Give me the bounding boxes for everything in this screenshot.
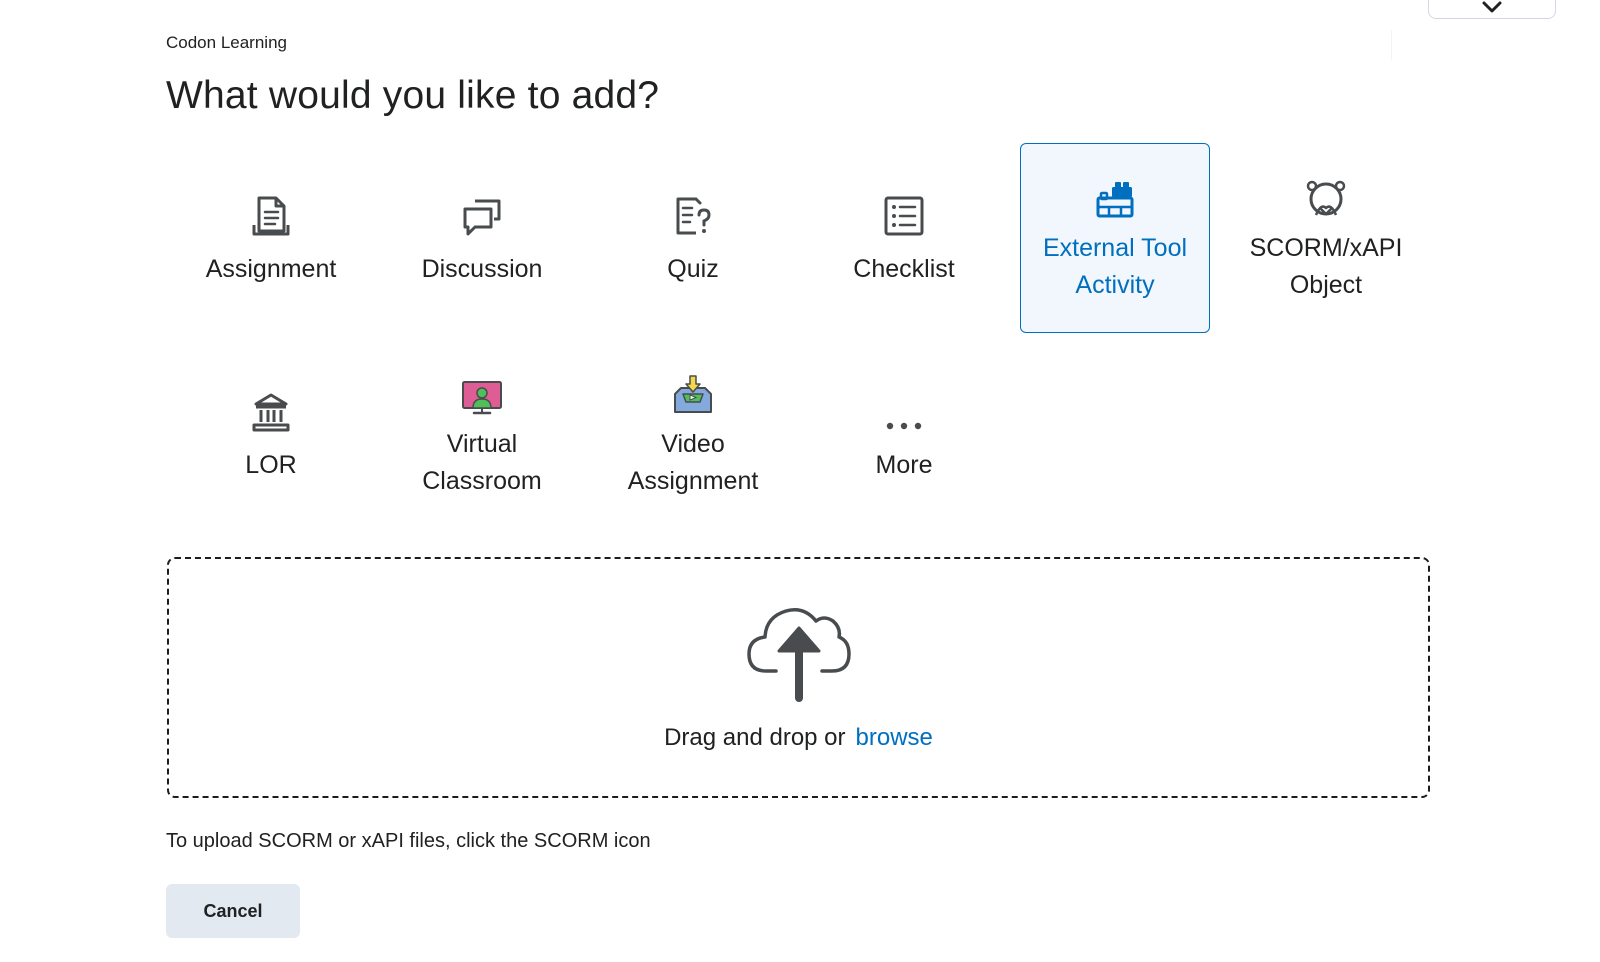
dropzone-text: Drag and drop or [664,724,846,751]
file-dropzone[interactable]: Drag and drop or browse [167,557,1430,798]
virtual-classroom-icon [462,381,502,415]
tile-label: LOR [245,450,297,479]
tile-assignment[interactable]: Assignment [176,143,366,333]
tile-label: Assignment [205,254,337,283]
tile-lor[interactable]: LOR [176,339,366,529]
tile-quiz[interactable]: Quiz [598,143,788,333]
tile-label: External Tool Activity [1042,234,1188,299]
chevron-down-icon [1482,1,1502,13]
collapse-toggle[interactable] [1428,0,1556,19]
tile-scorm-xapi-object[interactable]: SCORM/xAPI Object [1231,143,1421,333]
tile-video-assignment[interactable]: Video Assignment [598,339,788,529]
divider [1391,30,1392,60]
cancel-button[interactable]: Cancel [166,884,300,938]
ellipsis-icon [886,422,922,429]
page-title: What would you like to add? [166,74,660,117]
dropzone-text-row: Drag and drop or browse [169,724,1428,752]
upload-cloud-icon [747,608,851,702]
checklist-icon [884,196,924,235]
quiz-icon [676,197,711,234]
scorm-hint: To upload SCORM or xAPI files, click the… [166,830,651,852]
tile-label: Video Assignment [627,430,759,495]
tile-checklist[interactable]: Checklist [809,143,999,333]
tile-label: Checklist [853,254,955,283]
tile-label: SCORM/xAPI Object [1249,234,1403,299]
scorm-icon [1306,180,1346,216]
tile-label: Quiz [667,254,719,283]
tile-label: Discussion [421,254,543,283]
tile-discussion[interactable]: Discussion [387,143,577,333]
library-icon [252,393,290,431]
browse-link[interactable]: browse [856,724,933,751]
tile-label: Virtual Classroom [422,430,542,495]
tile-more[interactable]: More [809,339,999,529]
tile-virtual-classroom[interactable]: Virtual Classroom [387,339,577,529]
add-activity-page: Codon Learning What would you like to ad… [0,0,1600,962]
org-name: Codon Learning [166,33,287,52]
tile-external-tool-activity[interactable]: External Tool Activity [1020,143,1210,333]
video-assignment-icon [674,375,712,413]
discussion-icon [463,199,501,235]
tile-label: More [875,450,933,479]
lego-brick-icon [1096,182,1134,218]
assignment-icon [252,196,290,235]
